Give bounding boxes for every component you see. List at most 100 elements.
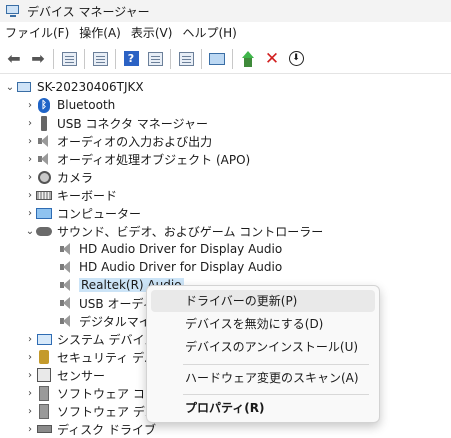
computer-icon — [16, 79, 32, 95]
chevron-right-icon[interactable]: › — [24, 406, 36, 417]
chevron-right-icon[interactable]: › — [24, 100, 36, 111]
help-icon: ? — [123, 51, 139, 66]
disk-icon — [36, 421, 52, 437]
update-driver-icon — [242, 50, 254, 67]
menu-file[interactable]: ファイル(F) — [0, 22, 74, 44]
tree-item-usb-connector[interactable]: › USB コネクタ マネージャー — [24, 114, 208, 132]
tree-item-system-devices[interactable]: › システム デバイス — [24, 330, 156, 348]
tree-item-label: HD Audio Driver for Display Audio — [79, 260, 283, 274]
camera-icon — [36, 169, 52, 185]
speaker-icon — [58, 295, 74, 311]
properties-icon — [92, 51, 108, 66]
back-arrow-icon: ⬅ — [7, 49, 21, 68]
chevron-down-icon[interactable]: ⌄ — [24, 226, 36, 237]
tree-item-keyboard[interactable]: › キーボード — [24, 186, 117, 204]
tree-item-label: コンピューター — [57, 206, 142, 221]
bluetooth-icon: ᛒ — [36, 97, 52, 113]
tree-item-sound-video-game[interactable]: ⌄ サウンド、ビデオ、およびゲーム コントローラー — [24, 222, 323, 240]
back-button[interactable]: ⬅ — [3, 48, 25, 70]
download-circle-icon: ⬇ — [288, 51, 304, 66]
chevron-down-icon[interactable]: ⌄ — [4, 82, 16, 93]
menu-update-driver[interactable]: ドライバーの更新(P) — [151, 290, 375, 312]
chevron-right-icon[interactable]: › — [24, 154, 36, 165]
window-title: デバイス マネージャー — [27, 4, 150, 19]
chevron-right-icon[interactable]: › — [24, 334, 36, 345]
toolbar: ⬅ ➡ ? ✕ ⬇ — [0, 44, 451, 74]
tree-root-label: SK-20230406TJKX — [37, 80, 144, 94]
forward-button[interactable]: ➡ — [27, 48, 49, 70]
tree-item-computer[interactable]: › コンピューター — [24, 204, 141, 222]
tree-item-label: ディスク ドライブ — [57, 422, 156, 437]
uninstall-button[interactable]: ✕ — [261, 48, 283, 70]
tree-item-label: Bluetooth — [57, 98, 116, 112]
tree-item-label: センサー — [57, 368, 106, 383]
menu-disable-device[interactable]: デバイスを無効にする(D) — [151, 313, 375, 335]
tree-item-label: キーボード — [57, 188, 118, 203]
monitor-icon — [209, 52, 225, 65]
tree-item-label: HD Audio Driver for Display Audio — [79, 242, 283, 256]
tree-root[interactable]: ⌄ SK-20230406TJKX — [4, 78, 144, 96]
chevron-right-icon[interactable]: › — [24, 424, 36, 435]
monitor-button[interactable] — [206, 48, 228, 70]
context-menu: ドライバーの更新(P) デバイスを無効にする(D) デバイスのアンインストール(… — [146, 285, 380, 423]
software-icon — [36, 403, 52, 419]
device-manager-icon — [5, 4, 21, 18]
usb-icon — [36, 115, 52, 131]
tree-child-hd-audio-1[interactable]: HD Audio Driver for Display Audio — [58, 240, 282, 258]
chevron-right-icon[interactable]: › — [24, 208, 36, 219]
tree-item-disk-drives[interactable]: › ディスク ドライブ — [24, 420, 156, 438]
chevron-right-icon[interactable]: › — [24, 190, 36, 201]
properties-toolbar-button[interactable] — [89, 48, 111, 70]
toolbar-separator — [232, 48, 233, 69]
menu-view[interactable]: 表示(V) — [126, 22, 178, 44]
show-hide-tree-button[interactable] — [58, 48, 80, 70]
uninstall-x-icon: ✕ — [264, 48, 280, 69]
chevron-right-icon[interactable]: › — [24, 172, 36, 183]
toolbar-separator — [84, 48, 85, 69]
speaker-icon — [58, 241, 74, 257]
tree-item-apo[interactable]: › オーディオ処理オブジェクト (APO) — [24, 150, 250, 168]
menu-help[interactable]: ヘルプ(H) — [177, 22, 241, 44]
speaker-icon — [58, 259, 74, 275]
menu-separator — [183, 394, 369, 395]
speaker-icon — [36, 151, 52, 167]
toolbar-separator — [170, 48, 171, 69]
toolbar-separator — [53, 48, 54, 69]
menu-bar: ファイル(F) 操作(A) 表示(V) ヘルプ(H) — [0, 22, 451, 44]
view-icon — [147, 51, 163, 66]
tree-view-icon — [61, 51, 77, 66]
gamepad-icon — [36, 223, 52, 239]
speaker-icon — [58, 277, 74, 293]
menu-properties[interactable]: プロパティ(R) — [151, 397, 375, 419]
download-button[interactable]: ⬇ — [285, 48, 307, 70]
tree-item-label: システム デバイス — [57, 332, 157, 347]
keyboard-icon — [36, 187, 52, 203]
help-button[interactable]: ? — [120, 48, 142, 70]
title-bar: デバイス マネージャー — [0, 0, 451, 22]
software-icon — [36, 385, 52, 401]
update-driver-button[interactable] — [237, 48, 259, 70]
scan-hardware-button[interactable] — [175, 48, 197, 70]
chevron-right-icon[interactable]: › — [24, 118, 36, 129]
tree-item-label: オーディオの入力および出力 — [57, 134, 213, 149]
monitor-icon — [36, 205, 52, 221]
tree-item-bluetooth[interactable]: › ᛒ Bluetooth — [24, 96, 115, 114]
chevron-right-icon[interactable]: › — [24, 352, 36, 363]
chevron-right-icon[interactable]: › — [24, 136, 36, 147]
tree-item-audio-io[interactable]: › オーディオの入力および出力 — [24, 132, 212, 150]
tree-item-sensors[interactable]: › センサー — [24, 366, 105, 384]
toolbar-separator — [115, 48, 116, 69]
speaker-icon — [36, 133, 52, 149]
view-button[interactable] — [144, 48, 166, 70]
menu-uninstall-device[interactable]: デバイスのアンインストール(U) — [151, 336, 375, 358]
tree-child-hd-audio-2[interactable]: HD Audio Driver for Display Audio — [58, 258, 282, 276]
menu-action[interactable]: 操作(A) — [74, 22, 126, 44]
system-icon — [36, 331, 52, 347]
tree-item-camera[interactable]: › カメラ — [24, 168, 93, 186]
menu-scan-hardware[interactable]: ハードウェア変更のスキャン(A) — [151, 367, 375, 389]
security-icon — [36, 349, 52, 365]
chevron-right-icon[interactable]: › — [24, 388, 36, 399]
tree-item-label: サウンド、ビデオ、およびゲーム コントローラー — [57, 224, 324, 239]
chevron-right-icon[interactable]: › — [24, 370, 36, 381]
tree-item-label: カメラ — [57, 170, 94, 185]
